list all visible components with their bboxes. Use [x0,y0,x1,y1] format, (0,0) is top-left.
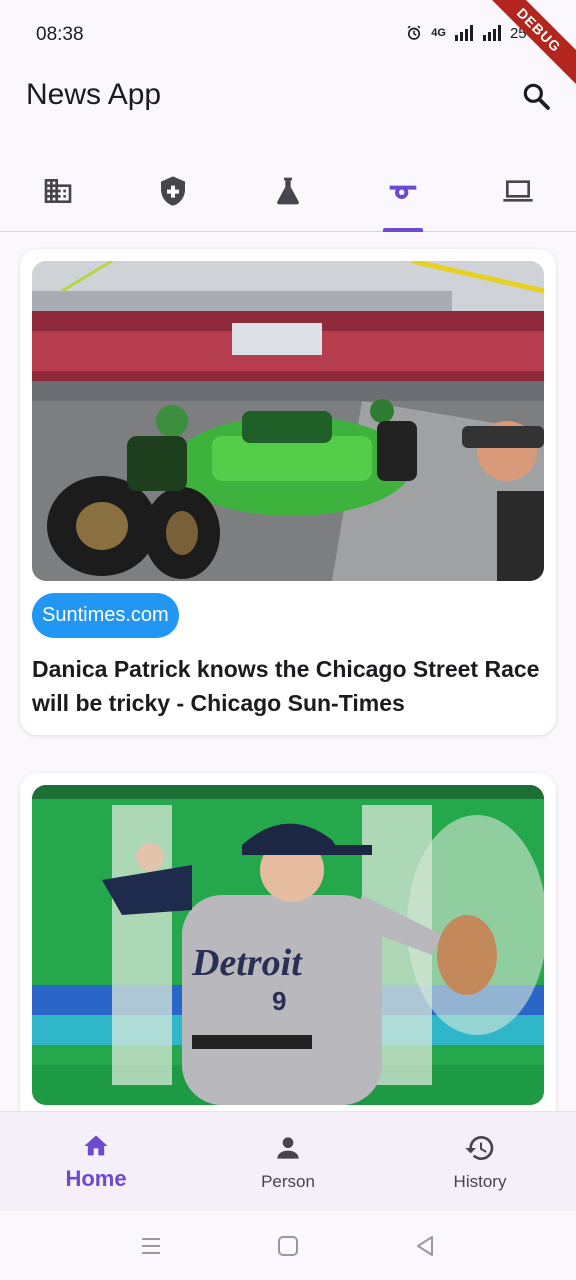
search-icon [523,83,550,110]
search-button[interactable] [516,76,556,116]
app-bar: News App [0,64,576,128]
article-title[interactable]: Danica Patrick knows the Chicago Street … [32,652,544,720]
menu-lines-icon [142,1238,160,1254]
bottom-navigation: Home Person History [0,1111,576,1211]
tab-health[interactable] [115,150,230,231]
article-image-baseball: Detroit 9 [32,785,544,1105]
svg-text:9: 9 [272,986,286,1016]
signal-icon [454,25,473,41]
home-icon [84,1135,108,1155]
person-icon [277,1136,299,1159]
health-shield-icon [160,175,185,206]
home-system-button[interactable] [275,1233,301,1259]
system-navigation [0,1211,576,1280]
nav-home[interactable]: Home [0,1112,192,1211]
tab-sports[interactable] [346,150,461,231]
article-card[interactable]: Detroit 9 [20,773,556,1111]
tab-business[interactable] [0,150,115,231]
nav-label: Home [65,1165,127,1191]
square-icon [278,1236,298,1256]
nav-person[interactable]: Person [192,1112,384,1211]
history-icon [465,1135,494,1160]
category-tabs [0,150,576,232]
back-button[interactable] [412,1233,438,1259]
article-card[interactable]: Suntimes.com Danica Patrick knows the Ch… [20,249,556,735]
sports-whistle-icon [389,185,417,199]
alarm-icon [407,25,421,40]
nav-label: Person [261,1171,315,1191]
article-image-pit-stop [32,261,544,581]
science-flask-icon [277,177,299,204]
status-bar: 08:38 4G 25% DEBUG [0,0,576,92]
recents-button[interactable] [138,1233,164,1259]
technology-laptop-icon [503,179,534,202]
news-feed[interactable]: Suntimes.com Danica Patrick knows the Ch… [0,233,576,1111]
source-chip[interactable]: Suntimes.com [32,593,179,638]
svg-text:Detroit: Detroit [191,942,303,984]
network-type: 4G [431,27,446,39]
nav-history[interactable]: History [384,1112,576,1211]
tab-science[interactable] [230,150,345,231]
business-icon [44,178,71,203]
page-title: News App [26,78,162,111]
signal-icon-2 [482,25,501,41]
nav-label: History [453,1171,507,1191]
tab-technology[interactable] [461,150,576,231]
status-time: 08:38 [36,24,84,45]
back-triangle-icon [417,1236,433,1256]
